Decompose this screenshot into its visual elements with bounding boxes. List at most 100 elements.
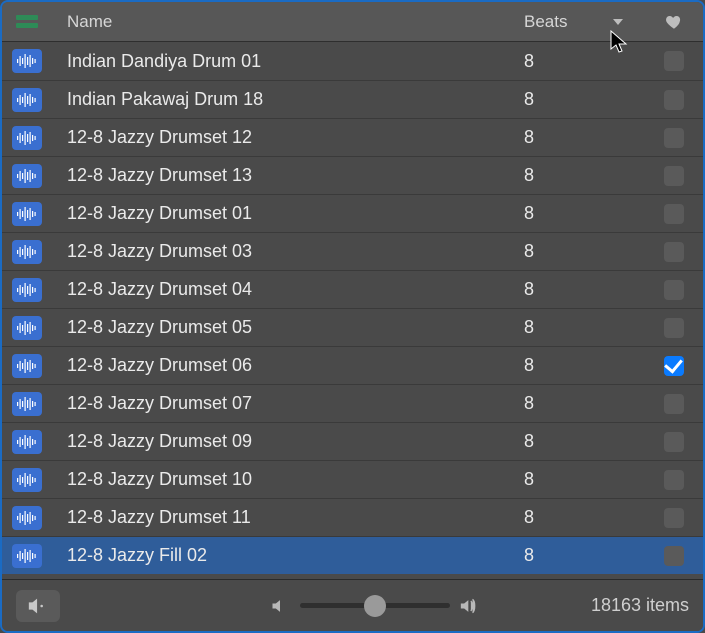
column-header-beats[interactable]: Beats: [520, 12, 645, 32]
loop-beats: 8: [520, 241, 645, 262]
loop-type-icon: [2, 468, 52, 492]
favorite-cell: [645, 280, 703, 300]
loop-type-icon: [2, 240, 52, 264]
speaker-icon: [27, 597, 49, 615]
favorite-cell: [645, 546, 703, 566]
loop-type-icon: [2, 49, 52, 73]
waveform-icon: [12, 392, 42, 416]
loop-beats: 8: [520, 89, 645, 110]
waveform-icon: [12, 544, 42, 568]
loop-beats: 8: [520, 203, 645, 224]
loop-name: 12-8 Jazzy Drumset 11: [52, 507, 520, 528]
loop-type-icon: [2, 392, 52, 416]
column-header-name[interactable]: Name: [52, 12, 520, 32]
favorite-checkbox[interactable]: [664, 128, 684, 148]
loop-beats: 8: [520, 545, 645, 566]
table-row[interactable]: Indian Pakawaj Drum 188: [2, 80, 703, 118]
table-row[interactable]: 12-8 Jazzy Drumset 048: [2, 270, 703, 308]
favorite-cell: [645, 128, 703, 148]
loop-type-icon: [2, 354, 52, 378]
loop-beats: 8: [520, 127, 645, 148]
table-row[interactable]: 12-8 Jazzy Drumset 078: [2, 384, 703, 422]
filter-toggle[interactable]: [2, 15, 52, 29]
waveform-icon: [12, 468, 42, 492]
volume-slider-thumb[interactable]: [364, 595, 386, 617]
loop-beats: 8: [520, 431, 645, 452]
table-header: Name Beats: [2, 2, 703, 42]
favorite-cell: [645, 90, 703, 110]
waveform-icon: [12, 164, 42, 188]
table-row[interactable]: 12-8 Jazzy Drumset 138: [2, 156, 703, 194]
column-header-beats-label: Beats: [524, 12, 567, 32]
column-header-favorite[interactable]: [645, 13, 703, 31]
volume-slider[interactable]: [300, 603, 450, 608]
favorite-checkbox[interactable]: [664, 51, 684, 71]
loop-name: 12-8 Jazzy Drumset 09: [52, 431, 520, 452]
table-row[interactable]: 12-8 Jazzy Drumset 058: [2, 308, 703, 346]
loop-name: 12-8 Jazzy Drumset 05: [52, 317, 520, 338]
loop-type-icon: [2, 164, 52, 188]
heart-icon: [665, 13, 683, 31]
favorite-checkbox[interactable]: [664, 394, 684, 414]
filter-rows-icon: [16, 15, 38, 29]
loop-beats: 8: [520, 507, 645, 528]
table-row[interactable]: 12-8 Jazzy Fill 028: [2, 536, 703, 574]
loop-beats: 8: [520, 279, 645, 300]
table-row[interactable]: 12-8 Jazzy Drumset 018: [2, 194, 703, 232]
loop-type-icon: [2, 202, 52, 226]
favorite-cell: [645, 242, 703, 262]
preview-button[interactable]: [16, 590, 60, 622]
loop-name: 12-8 Jazzy Drumset 13: [52, 165, 520, 186]
table-row[interactable]: 12-8 Jazzy Drumset 108: [2, 460, 703, 498]
table-row[interactable]: 12-8 Jazzy Drumset 098: [2, 422, 703, 460]
loop-type-icon: [2, 278, 52, 302]
loop-type-icon: [2, 316, 52, 340]
volume-high-icon: [460, 597, 480, 615]
waveform-icon: [12, 430, 42, 454]
loop-name: 12-8 Jazzy Drumset 10: [52, 469, 520, 490]
waveform-icon: [12, 49, 42, 73]
loop-type-icon: [2, 544, 52, 568]
item-count: 18163 items: [591, 595, 689, 616]
favorite-checkbox[interactable]: [664, 204, 684, 224]
loop-type-icon: [2, 126, 52, 150]
loop-type-icon: [2, 88, 52, 112]
table-row[interactable]: 12-8 Jazzy Drumset 038: [2, 232, 703, 270]
favorite-checkbox[interactable]: [664, 166, 684, 186]
favorite-cell: [645, 470, 703, 490]
table-row[interactable]: 12-8 Jazzy Drumset 128: [2, 118, 703, 156]
loop-name: 12-8 Jazzy Drumset 12: [52, 127, 520, 148]
loop-name: 12-8 Jazzy Drumset 04: [52, 279, 520, 300]
loop-name: 12-8 Jazzy Fill 02: [52, 545, 520, 566]
loop-name: Indian Pakawaj Drum 18: [52, 89, 520, 110]
loop-name: Indian Dandiya Drum 01: [52, 51, 520, 72]
waveform-icon: [12, 354, 42, 378]
loop-name: 12-8 Jazzy Drumset 03: [52, 241, 520, 262]
favorite-checkbox[interactable]: [664, 508, 684, 528]
volume-control: [270, 597, 480, 615]
waveform-icon: [12, 316, 42, 340]
favorite-checkbox[interactable]: [664, 90, 684, 110]
loop-name: 12-8 Jazzy Drumset 01: [52, 203, 520, 224]
table-row[interactable]: 12-8 Jazzy Drumset 118: [2, 498, 703, 536]
waveform-icon: [12, 240, 42, 264]
favorite-checkbox[interactable]: [664, 432, 684, 452]
favorite-checkbox[interactable]: [664, 242, 684, 262]
sort-indicator-icon: [613, 19, 623, 25]
waveform-icon: [12, 126, 42, 150]
table-row[interactable]: Indian Dandiya Drum 018: [2, 42, 703, 80]
favorite-checkbox[interactable]: [664, 546, 684, 566]
favorite-cell: [645, 166, 703, 186]
waveform-icon: [12, 278, 42, 302]
table-row[interactable]: 12-8 Jazzy Drumset 068: [2, 346, 703, 384]
favorite-checkbox[interactable]: [664, 356, 684, 376]
loop-beats: 8: [520, 165, 645, 186]
waveform-icon: [12, 506, 42, 530]
favorite-checkbox[interactable]: [664, 318, 684, 338]
favorite-checkbox[interactable]: [664, 470, 684, 490]
loop-beats: 8: [520, 51, 645, 72]
loop-list[interactable]: Indian Dandiya Drum 018Indian Pakawaj Dr…: [2, 42, 703, 579]
favorite-checkbox[interactable]: [664, 280, 684, 300]
loop-beats: 8: [520, 355, 645, 376]
volume-low-icon: [270, 597, 290, 615]
